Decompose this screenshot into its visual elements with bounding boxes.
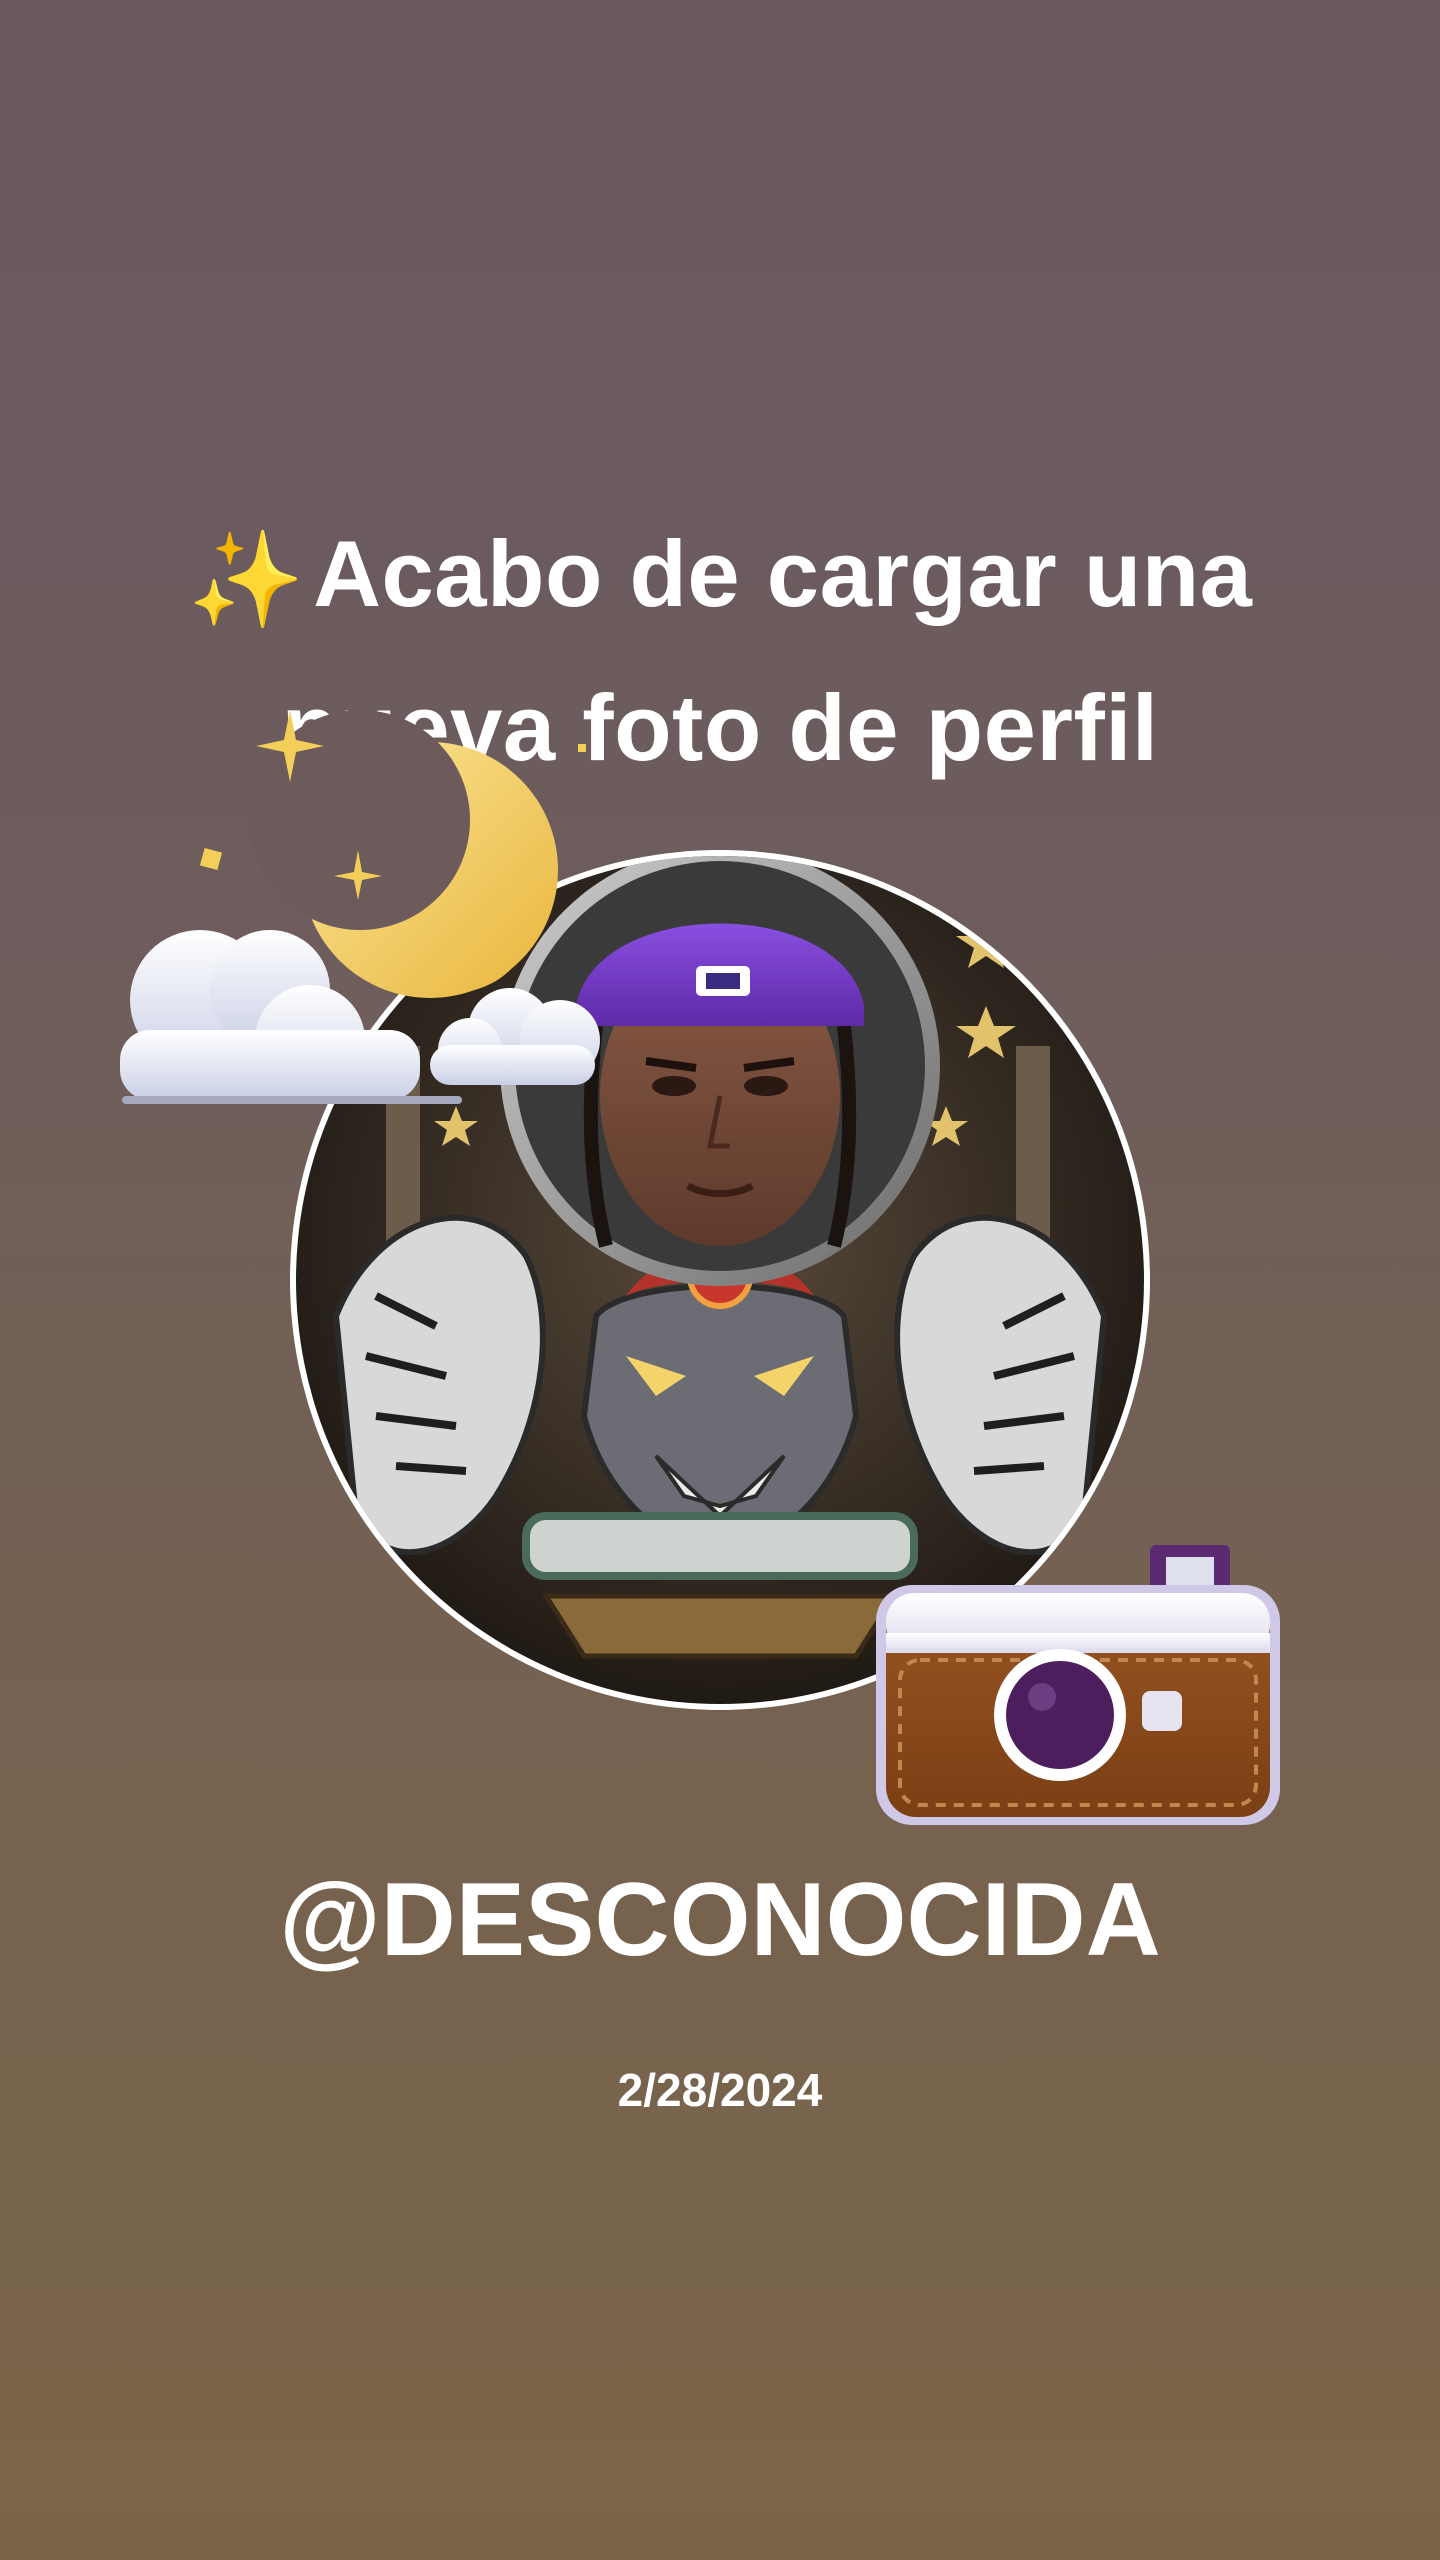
- headline-text-1: Acabo de cargar una: [313, 521, 1253, 626]
- headline-line-1: ✨Acabo de cargar una: [0, 500, 1440, 654]
- username[interactable]: @DESCONOCIDA: [0, 1855, 1440, 1985]
- sparkles-icon: ✨: [187, 527, 306, 632]
- camera-icon: [870, 1545, 1290, 1835]
- post-date: 2/28/2024: [617, 2064, 823, 2116]
- crescent-moon-clouds-icon: [110, 700, 630, 1130]
